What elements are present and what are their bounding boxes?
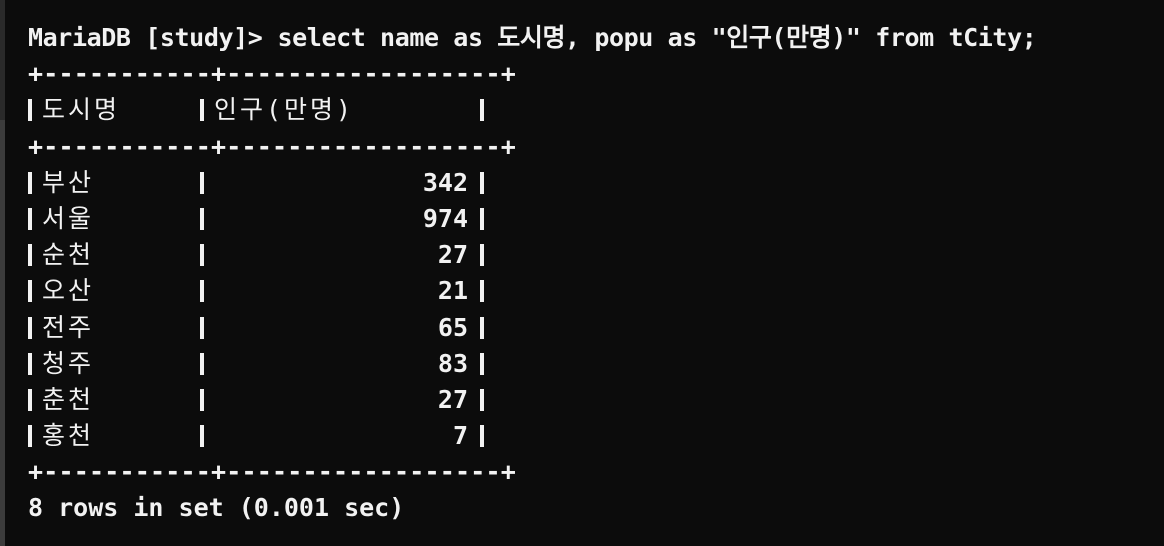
table-row: 서울 974 <box>28 201 1164 237</box>
pipe <box>480 244 484 267</box>
cell-city-name: 춘천 <box>42 384 95 414</box>
table-border-mid: +-----------+------------------+ <box>28 131 517 161</box>
pipe <box>480 388 484 411</box>
cell-population: 21 <box>437 276 468 306</box>
command-line: MariaDB [study]> select name as 도시명, pop… <box>28 20 1164 56</box>
cell-city-name: 부산 <box>42 167 95 197</box>
table-row: 부산 342 <box>28 165 1164 201</box>
table-row: 춘천 27 <box>28 382 1164 418</box>
cell-city-name: 순천 <box>42 240 95 270</box>
cell-population: 342 <box>422 167 468 197</box>
column-header-popu: 인구(만명) <box>214 95 355 125</box>
terminal-output: MariaDB [study]> select name as 도시명, pop… <box>28 20 1164 527</box>
cell-population: 83 <box>437 348 468 378</box>
left-gutter <box>0 0 5 546</box>
table-border-bottom: +-----------+------------------+ <box>28 457 517 487</box>
pipe <box>480 208 484 231</box>
gutter-marker <box>0 120 5 546</box>
table-row: 홍천 7 <box>28 418 1164 454</box>
cell-population: 65 <box>437 312 468 342</box>
table-row: 청주 83 <box>28 346 1164 382</box>
cell-city-name: 오산 <box>42 276 95 306</box>
cell-population: 27 <box>437 240 468 270</box>
cell-city-name: 홍천 <box>42 421 95 451</box>
pipe <box>480 316 484 339</box>
cell-population: 974 <box>422 203 468 233</box>
terminal-window[interactable]: MariaDB [study]> select name as 도시명, pop… <box>0 0 1164 546</box>
pipe <box>480 99 484 122</box>
column-header-name: 도시명 <box>42 95 121 125</box>
cell-population: 7 <box>452 421 468 451</box>
table-header-row: 도시명 인구(만명) <box>28 92 1164 128</box>
prompt: MariaDB [study]> <box>28 23 263 52</box>
cell-population: 27 <box>437 384 468 414</box>
table-border-top: +-----------+------------------+ <box>28 59 517 89</box>
pipe <box>480 352 484 375</box>
sql-command: select name as 도시명, popu as "인구(만명)" fro… <box>277 23 1037 52</box>
cell-city-name: 서울 <box>42 203 95 233</box>
cell-city-name: 청주 <box>42 348 95 378</box>
cell-city-name: 전주 <box>42 312 95 342</box>
result-summary: 8 rows in set (0.001 sec) <box>28 493 405 523</box>
table-row: 순천 27 <box>28 237 1164 273</box>
pipe <box>480 280 484 303</box>
pipe <box>480 425 484 448</box>
pipe <box>480 171 484 194</box>
table-row: 전주 65 <box>28 310 1164 346</box>
table-row: 오산 21 <box>28 273 1164 309</box>
